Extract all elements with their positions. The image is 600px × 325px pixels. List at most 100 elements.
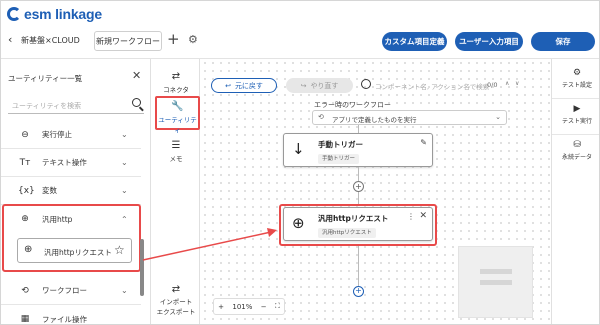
utility-panel: ユーティリティー一覧 ✕ ユーティリティを検索 ⊖ 実行停止 ⌄ Tт テキスト… [1, 59, 151, 324]
pointer-arrow [142, 228, 277, 261]
category-label: ワークフロー [42, 286, 87, 295]
right-label: 永続データ [561, 154, 592, 161]
category-label: テキスト操作 [42, 158, 87, 167]
search-icon [361, 79, 371, 89]
add-step-button[interactable]: + [353, 286, 364, 297]
logo-icon [7, 7, 21, 21]
right-label: テスト設定 [561, 82, 592, 89]
tool-column: ⇄ コネクタ 🔧 ユーティリティ ☰ メモ ⇄ インポート エクスポート [152, 59, 200, 324]
category-text[interactable]: Tт テキスト操作 ⌄ [1, 149, 141, 177]
utility-search-input[interactable]: ユーティリティを検索 [8, 97, 144, 114]
node-tag: 手動トリガー [318, 154, 360, 164]
user-input-button[interactable]: ユーザー入力項目 [455, 32, 523, 51]
error-flow-title: エラー時のワークフロー [314, 101, 391, 109]
error-flow-select[interactable]: ⟲ アプリで定義したものを実行 ⌄ [312, 110, 507, 125]
file-icon: ▦ [20, 314, 30, 324]
tool-connector[interactable]: ⇄ コネクタ [152, 71, 200, 94]
arrow-head [267, 228, 277, 237]
back-icon[interactable]: ‹ [8, 33, 12, 46]
tool-import-export[interactable]: ⇄ インポート エクスポート [152, 284, 200, 317]
undo-button[interactable]: ↩ 元に戻す [211, 78, 277, 93]
app-window: esm linkage ‹ 新基盤×CLOUD 新規ワークフロー + ⚙ カスタ… [0, 0, 600, 325]
chevron-up-icon[interactable]: ∧ [505, 80, 509, 87]
persistent-data-button[interactable]: ⛁ 永続データ [552, 135, 599, 171]
tool-label: インポート エクスポート [156, 298, 196, 316]
right-label: テスト実行 [561, 118, 592, 125]
chevron-down-icon: ⌄ [121, 186, 128, 195]
category-stop[interactable]: ⊖ 実行停止 ⌄ [1, 121, 141, 149]
logo-text: esm linkage [24, 6, 102, 22]
workflow-icon: ⟲ [21, 285, 29, 296]
undo-icon: ↩ [225, 81, 231, 90]
gear-icon[interactable]: ⚙ [188, 33, 198, 46]
right-panel: ⚙ テスト設定 ▶ テスト実行 ⛁ 永続データ [551, 59, 599, 324]
tool-memo[interactable]: ☰ メモ [152, 140, 200, 163]
close-icon[interactable]: ✕ [132, 69, 141, 82]
redo-label: やり直す [310, 81, 339, 90]
zoom-level: 101% [232, 302, 253, 311]
category-label: ファイル操作 [42, 314, 87, 324]
wrench-icon: 🔧 [171, 101, 184, 112]
connector-line [358, 246, 359, 286]
chevron-down-icon: ⌄ [121, 158, 128, 167]
header: esm linkage ‹ 新基盤×CLOUD 新規ワークフロー + ⚙ カスタ… [1, 1, 599, 59]
chevron-down-icon: ⌄ [121, 286, 128, 295]
variable-icon: {x} [18, 185, 35, 196]
category-file[interactable]: ▦ ファイル操作 [1, 305, 141, 324]
stop-icon: ⊖ [21, 129, 29, 140]
memo-icon: ☰ [171, 140, 181, 151]
text-icon: Tт [19, 157, 31, 168]
workflow-canvas[interactable]: ↩ 元に戻す ↪ やり直す コンポーネント名, アクション名で検索 0/0 ∧ … [201, 59, 550, 324]
node-title: 手動トリガー [318, 140, 363, 149]
add-tab-button[interactable]: + [167, 30, 180, 48]
minimap-node [480, 280, 512, 285]
fit-view-icon[interactable]: ⛶ [275, 302, 280, 311]
arrow-down-icon: ↓ [292, 140, 305, 158]
minimap[interactable] [458, 246, 533, 318]
package-name: 新基盤×CLOUD [21, 36, 80, 45]
highlight-box [279, 204, 437, 246]
test-run-button[interactable]: ▶ テスト実行 [552, 99, 599, 135]
edit-icon[interactable]: ✎ [420, 138, 427, 147]
tool-utility[interactable]: 🔧 ユーティリティ [155, 96, 200, 134]
zoom-in-icon[interactable]: + [218, 303, 224, 311]
workflow-icon: ⟲ [318, 113, 324, 121]
add-step-button[interactable]: + [353, 181, 364, 192]
chevron-down-icon: ⌄ [121, 130, 128, 139]
zoom-out-icon[interactable]: − [261, 303, 267, 311]
database-icon: ⛁ [573, 140, 581, 150]
search-icon[interactable] [132, 98, 141, 107]
save-button[interactable]: 保存 [531, 32, 595, 51]
tool-label: コネクタ [163, 86, 189, 94]
panel-title: ユーティリティー一覧 [8, 74, 83, 83]
zoom-control: + 101% − ⛶ [213, 298, 285, 315]
chevron-down-icon[interactable]: ∨ [515, 80, 519, 87]
tool-label: メモ [169, 155, 183, 163]
import-export-icon: ⇄ [171, 284, 181, 295]
arrow-line [142, 231, 272, 261]
tab-workflow[interactable]: 新規ワークフロー [94, 31, 162, 51]
play-icon: ▶ [573, 104, 581, 114]
highlight-box [2, 204, 141, 272]
error-flow-value: アプリで定義したものを実行 [332, 116, 417, 124]
toolbar: ‹ 新基盤×CLOUD 新規ワークフロー + ⚙ カスタム項目定義 ユーザー入力… [1, 30, 599, 52]
canvas-search-input[interactable]: コンポーネント名, アクション名で検索 0/0 ∧ ∨ [361, 77, 524, 94]
logo: esm linkage [7, 5, 102, 23]
test-settings-button[interactable]: ⚙ テスト設定 [552, 63, 599, 99]
category-workflow[interactable]: ⟲ ワークフロー ⌄ [1, 277, 141, 305]
connector-icon: ⇄ [171, 71, 181, 82]
redo-icon: ↪ [300, 81, 307, 90]
category-label: 変数 [42, 186, 57, 195]
category-variable[interactable]: {x} 変数 ⌄ [1, 177, 141, 205]
search-placeholder: コンポーネント名, アクション名で検索 [375, 83, 490, 91]
search-count: 0/0 [487, 81, 498, 89]
node-manual-trigger[interactable]: ↓ 手動トリガー 手動トリガー ✎ [283, 133, 433, 167]
tool-label: ユーティリティ [158, 116, 197, 134]
undo-label: 元に戻す [234, 81, 263, 90]
category-label: 実行停止 [42, 130, 72, 139]
gear-icon: ⚙ [572, 68, 582, 78]
redo-button[interactable]: ↪ やり直す [286, 78, 353, 93]
custom-fields-button[interactable]: カスタム項目定義 [382, 32, 447, 51]
search-placeholder: ユーティリティを検索 [12, 102, 82, 110]
chevron-down-icon: ⌄ [495, 113, 501, 121]
